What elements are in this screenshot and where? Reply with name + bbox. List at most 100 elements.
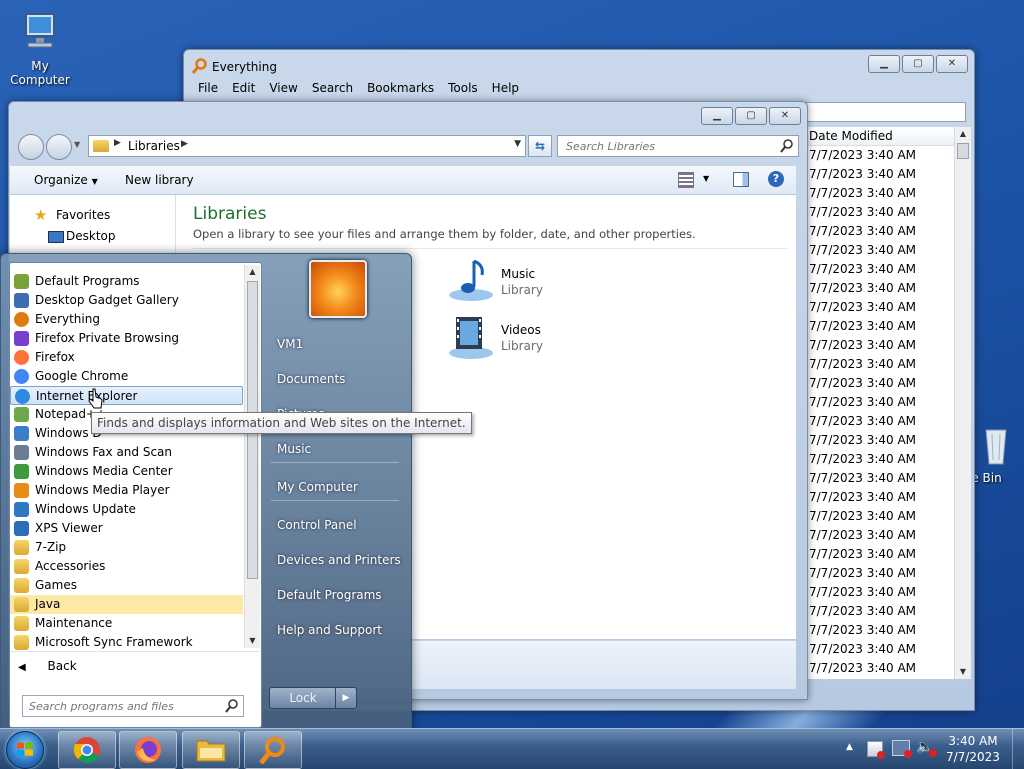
- library-item-music[interactable]: Music Library: [446, 257, 626, 305]
- result-row[interactable]: 7/7/2023 3:40 AM: [807, 222, 971, 241]
- search-programs-box[interactable]: [22, 695, 244, 717]
- nav-desktop[interactable]: Desktop: [66, 229, 116, 243]
- start-button[interactable]: [6, 731, 44, 769]
- program-item[interactable]: 7-Zip: [10, 538, 243, 557]
- menu-view[interactable]: View: [269, 81, 297, 95]
- program-item[interactable]: Google Chrome: [10, 367, 243, 386]
- result-row[interactable]: 7/7/2023 3:40 AM: [807, 241, 971, 260]
- program-item[interactable]: Java: [10, 595, 243, 614]
- results-list[interactable]: Date Modified 7/7/2023 3:40 AM 7/7/2023 3…: [806, 127, 971, 679]
- result-row[interactable]: 7/7/2023 3:40 AM: [807, 545, 971, 564]
- result-row[interactable]: 7/7/2023 3:40 AM: [807, 146, 971, 165]
- program-item[interactable]: Desktop Gadget Gallery: [10, 291, 243, 310]
- menu-edit[interactable]: Edit: [232, 81, 255, 95]
- start-link[interactable]: Help and Support: [277, 623, 382, 637]
- maximize-button[interactable]: ▢: [735, 107, 767, 125]
- close-button[interactable]: ✕: [936, 55, 968, 73]
- result-row[interactable]: 7/7/2023 3:40 AM: [807, 260, 971, 279]
- desktop-icon-my-computer[interactable]: My Computer: [0, 8, 80, 87]
- result-row[interactable]: 7/7/2023 3:40 AM: [807, 317, 971, 336]
- scroll-down-arrow[interactable]: ▼: [955, 665, 971, 679]
- result-row[interactable]: 7/7/2023 3:40 AM: [807, 564, 971, 583]
- search-libraries-input[interactable]: [564, 136, 778, 156]
- result-row[interactable]: 7/7/2023 3:40 AM: [807, 678, 971, 679]
- recent-pages-chevron-icon[interactable]: ▼: [74, 140, 80, 149]
- program-item[interactable]: Default Programs: [10, 272, 243, 291]
- minimize-button[interactable]: ▁: [701, 107, 733, 125]
- scroll-up-arrow[interactable]: ▲: [245, 265, 260, 279]
- lock-button[interactable]: Lock: [269, 687, 337, 709]
- program-item[interactable]: Windows Media Player: [10, 481, 243, 500]
- program-item[interactable]: Windows Update: [10, 500, 243, 519]
- result-row[interactable]: 7/7/2023 3:40 AM: [807, 355, 971, 374]
- program-item[interactable]: XPS Viewer: [10, 519, 243, 538]
- volume-muted-icon[interactable]: 🔈: [916, 739, 938, 757]
- result-row[interactable]: 7/7/2023 3:40 AM: [807, 203, 971, 222]
- menu-tools[interactable]: Tools: [448, 81, 478, 95]
- result-row[interactable]: 7/7/2023 3:40 AM: [807, 659, 971, 678]
- breadcrumb-chevron-icon[interactable]: ▶: [181, 139, 188, 149]
- program-item[interactable]: Internet Explorer: [10, 386, 243, 405]
- back-button[interactable]: ◀ Back: [18, 659, 248, 677]
- view-options-icon[interactable]: [678, 172, 694, 188]
- help-icon[interactable]: ?: [768, 171, 784, 187]
- vertical-scrollbar[interactable]: ▲ ▼: [954, 127, 971, 679]
- breadcrumb-libraries[interactable]: Libraries: [128, 139, 180, 153]
- result-row[interactable]: 7/7/2023 3:40 AM: [807, 507, 971, 526]
- nav-favorites[interactable]: Favorites: [56, 208, 110, 222]
- chevron-down-icon[interactable]: ▼: [703, 174, 709, 183]
- result-row[interactable]: 7/7/2023 3:40 AM: [807, 393, 971, 412]
- result-row[interactable]: 7/7/2023 3:40 AM: [807, 621, 971, 640]
- show-hidden-icons-icon[interactable]: ▲: [846, 742, 853, 752]
- new-library-button[interactable]: New library: [125, 173, 194, 187]
- programs-scrollbar[interactable]: ▲ ▼: [244, 265, 260, 648]
- start-link[interactable]: Documents: [277, 372, 345, 386]
- library-item-videos[interactable]: Videos Library: [446, 313, 626, 361]
- program-item[interactable]: Games: [10, 576, 243, 595]
- start-link[interactable]: Devices and Printers: [277, 553, 401, 567]
- program-item[interactable]: Microsoft Sync Framework: [10, 633, 243, 652]
- address-bar[interactable]: ▶ Libraries ▶ ▼: [88, 135, 526, 157]
- start-link[interactable]: Music: [277, 442, 311, 456]
- result-row[interactable]: 7/7/2023 3:40 AM: [807, 526, 971, 545]
- result-row[interactable]: 7/7/2023 3:40 AM: [807, 279, 971, 298]
- result-row[interactable]: 7/7/2023 3:40 AM: [807, 374, 971, 393]
- search-icon[interactable]: [780, 139, 794, 153]
- scroll-thumb[interactable]: [957, 143, 969, 159]
- program-item[interactable]: Everything: [10, 310, 243, 329]
- start-link[interactable]: Default Programs: [277, 588, 382, 602]
- search-box[interactable]: [557, 135, 799, 157]
- menu-help[interactable]: Help: [492, 81, 519, 95]
- start-link[interactable]: VM1: [277, 337, 303, 351]
- result-row[interactable]: 7/7/2023 3:40 AM: [807, 450, 971, 469]
- user-picture[interactable]: [309, 260, 367, 318]
- menu-file[interactable]: File: [198, 81, 218, 95]
- back-button[interactable]: [18, 134, 44, 160]
- result-row[interactable]: 7/7/2023 3:40 AM: [807, 583, 971, 602]
- taskbar-chrome[interactable]: [58, 731, 116, 769]
- taskbar-explorer[interactable]: [182, 731, 240, 769]
- scroll-up-arrow[interactable]: ▲: [955, 127, 971, 141]
- maximize-button[interactable]: ▢: [902, 55, 934, 73]
- menu-search[interactable]: Search: [312, 81, 353, 95]
- program-item[interactable]: Maintenance: [10, 614, 243, 633]
- result-row[interactable]: 7/7/2023 3:40 AM: [807, 602, 971, 621]
- result-row[interactable]: 7/7/2023 3:40 AM: [807, 469, 971, 488]
- result-row[interactable]: 7/7/2023 3:40 AM: [807, 431, 971, 450]
- search-programs-input[interactable]: [27, 696, 221, 716]
- clock[interactable]: 3:40 AM 7/7/2023: [940, 733, 1006, 765]
- column-header-date-modified[interactable]: Date Modified: [807, 127, 971, 146]
- program-item[interactable]: Accessories: [10, 557, 243, 576]
- minimize-button[interactable]: ▁: [868, 55, 900, 73]
- lock-options-arrow-icon[interactable]: ▶: [335, 687, 357, 709]
- show-desktop-button[interactable]: [1012, 729, 1024, 769]
- search-input[interactable]: [806, 102, 966, 122]
- result-row[interactable]: 7/7/2023 3:40 AM: [807, 412, 971, 431]
- action-center-flag-icon[interactable]: [867, 741, 885, 759]
- result-row[interactable]: 7/7/2023 3:40 AM: [807, 184, 971, 203]
- preview-pane-icon[interactable]: [733, 172, 749, 187]
- program-item[interactable]: Firefox Private Browsing: [10, 329, 243, 348]
- forward-button[interactable]: [46, 134, 72, 160]
- result-row[interactable]: 7/7/2023 3:40 AM: [807, 640, 971, 659]
- desktop-icon-recycle-bin[interactable]: le Bin: [968, 424, 1024, 485]
